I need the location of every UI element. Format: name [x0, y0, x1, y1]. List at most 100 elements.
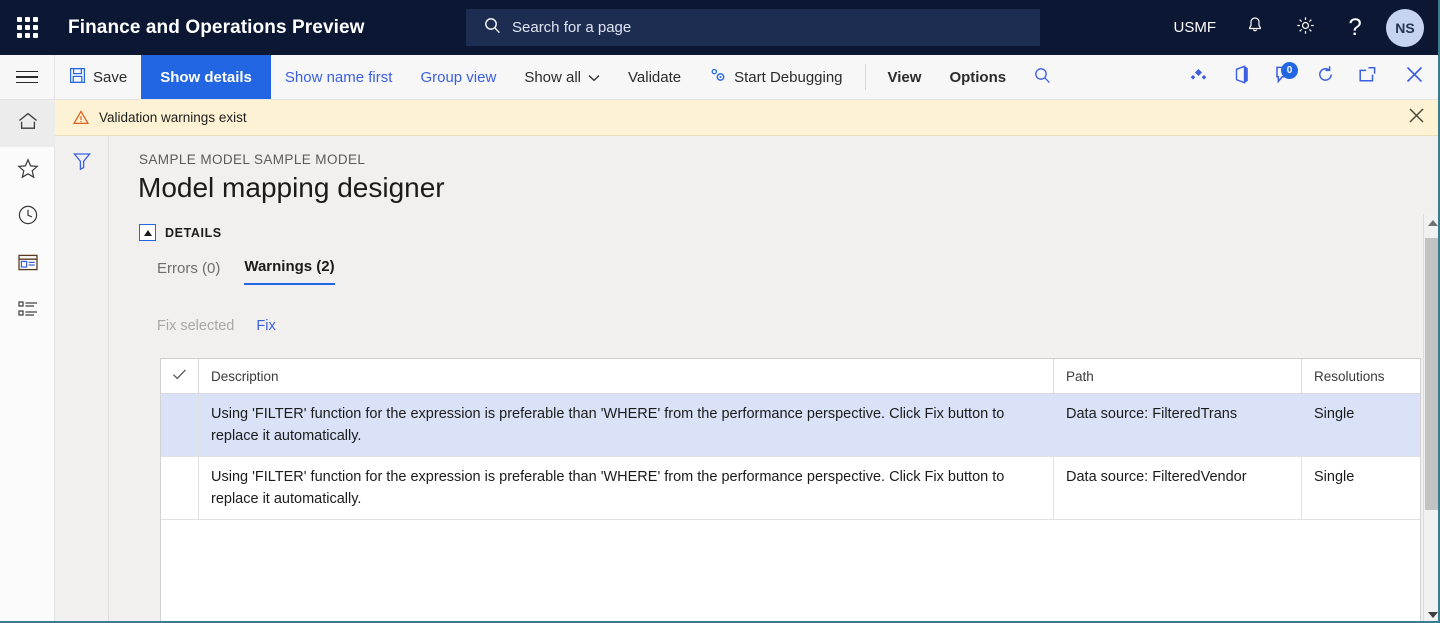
save-button-label: Save — [93, 68, 128, 86]
gear-icon — [1295, 15, 1316, 41]
command-separator — [864, 64, 866, 90]
notifications-button[interactable] — [1230, 0, 1280, 55]
validate-button[interactable]: Validate — [614, 55, 695, 99]
command-search-button[interactable] — [1020, 55, 1065, 99]
filter-funnel-icon — [71, 150, 93, 177]
grid-header-description[interactable]: Description — [199, 359, 1054, 393]
vertical-scrollbar[interactable] — [1423, 214, 1440, 623]
office-app-button[interactable] — [1220, 55, 1262, 100]
show-all-label: Show all — [524, 68, 582, 86]
start-debugging-label: Start Debugging — [734, 68, 843, 86]
scroll-down-button[interactable] — [1424, 606, 1440, 623]
question-mark-icon: ? — [1348, 13, 1362, 41]
avatar[interactable]: NS — [1386, 8, 1424, 47]
save-button[interactable]: Save — [55, 55, 141, 99]
sidebar-item-recent[interactable] — [0, 194, 55, 241]
search-icon — [1034, 67, 1051, 88]
filter-pane — [55, 136, 109, 623]
tab-warnings[interactable]: Warnings (2) — [244, 258, 335, 285]
caret-down-icon — [1427, 611, 1438, 618]
warning-triangle-icon — [73, 110, 89, 125]
row-description-cell: Using 'FILTER' function for the expressi… — [199, 394, 1054, 457]
sidebar-item-favorites[interactable] — [0, 147, 55, 194]
bell-icon — [1245, 15, 1265, 40]
chevron-down-icon — [588, 69, 600, 86]
save-disk-icon — [69, 67, 86, 88]
fix-button[interactable]: Fix — [256, 318, 275, 334]
app-launcher-button[interactable] — [0, 0, 54, 55]
grid-header-resolutions[interactable]: Resolutions — [1302, 359, 1420, 393]
row-description-cell: Using 'FILTER' function for the expressi… — [199, 457, 1054, 520]
home-icon — [17, 111, 39, 136]
grid-header-select-all[interactable] — [161, 359, 199, 393]
warnings-grid: Description Path Resolutions Using 'FILT… — [160, 358, 1421, 623]
chat-button[interactable]: 0 — [1262, 55, 1304, 100]
close-message-bar-button[interactable] — [1407, 106, 1426, 130]
star-icon — [16, 157, 39, 184]
command-bar-right-group: 0 — [1178, 55, 1440, 99]
debug-gears-icon — [709, 67, 727, 88]
app-launcher-icon — [16, 17, 38, 38]
fix-action-bar: Fix selected Fix — [157, 318, 276, 334]
hamburger-menu-icon — [16, 67, 38, 88]
clock-icon — [17, 204, 39, 231]
row-path-cell: Data source: FilteredTrans — [1054, 394, 1302, 457]
group-view-button[interactable]: Group view — [406, 55, 510, 99]
help-button[interactable]: ? — [1330, 0, 1380, 55]
validation-tabs: Errors (0) Warnings (2) — [157, 258, 335, 285]
details-section-header: DETAILS — [139, 224, 222, 241]
close-icon — [1405, 65, 1424, 89]
left-navigation-rail — [0, 100, 55, 623]
fix-selected-button[interactable]: Fix selected — [157, 318, 234, 334]
options-menu-button[interactable]: Options — [935, 55, 1020, 99]
command-bar: Save Show details Show name first Group … — [0, 55, 1440, 100]
breadcrumb: SAMPLE MODEL SAMPLE MODEL — [139, 152, 366, 167]
app-title: Finance and Operations Preview — [68, 16, 365, 38]
show-name-first-button[interactable]: Show name first — [271, 55, 407, 99]
validation-message-bar: Validation warnings exist — [55, 100, 1440, 136]
details-section-label: DETAILS — [165, 225, 222, 240]
row-path-cell: Data source: FilteredVendor — [1054, 457, 1302, 520]
filter-button[interactable] — [67, 150, 97, 177]
search-input[interactable] — [512, 19, 992, 36]
office-app-icon — [1233, 65, 1250, 89]
top-bar-right-group: USMF ? NS — [1160, 0, 1440, 55]
collapse-caret-icon[interactable] — [139, 224, 156, 241]
shapes-diamond-icon — [1189, 68, 1209, 87]
scroll-thumb[interactable] — [1425, 238, 1440, 510]
chat-badge-count: 0 — [1281, 61, 1298, 79]
sidebar-item-modules[interactable] — [0, 288, 55, 335]
row-resolutions-cell: Single — [1314, 406, 1355, 422]
company-selector[interactable]: USMF — [1160, 19, 1231, 36]
open-in-new-window-button[interactable] — [1346, 55, 1388, 100]
shapes-button[interactable] — [1178, 55, 1220, 100]
navigation-toggle-button[interactable] — [0, 55, 55, 99]
tab-errors[interactable]: Errors (0) — [157, 260, 220, 285]
row-resolutions-cell: Single — [1314, 469, 1355, 486]
grid-header-path[interactable]: Path — [1054, 359, 1302, 393]
row-select-cell[interactable] — [161, 457, 199, 520]
view-menu-button[interactable]: View — [874, 55, 936, 99]
table-row[interactable]: Using 'FILTER' function for the expressi… — [161, 457, 1420, 521]
list-icon — [17, 299, 39, 324]
checkmark-icon — [172, 368, 187, 384]
row-select-cell[interactable] — [161, 394, 199, 457]
grid-header-row: Description Path Resolutions — [161, 359, 1420, 394]
open-in-new-window-icon — [1358, 66, 1377, 88]
refresh-icon — [1316, 65, 1335, 89]
validation-message-text: Validation warnings exist — [99, 110, 247, 125]
sidebar-item-home[interactable] — [0, 100, 55, 147]
sidebar-item-workspaces[interactable] — [0, 241, 55, 288]
refresh-button[interactable] — [1304, 55, 1346, 100]
settings-button[interactable] — [1280, 0, 1330, 55]
scroll-up-button[interactable] — [1424, 214, 1440, 231]
workspace-icon — [17, 253, 39, 277]
start-debugging-button[interactable]: Start Debugging — [695, 55, 856, 99]
page-title: Model mapping designer — [138, 172, 445, 203]
show-all-dropdown[interactable]: Show all — [510, 55, 614, 99]
show-details-button[interactable]: Show details — [141, 55, 271, 99]
table-row[interactable]: Using 'FILTER' function for the expressi… — [161, 394, 1420, 458]
close-page-button[interactable] — [1388, 55, 1440, 100]
global-search[interactable] — [466, 9, 1040, 46]
caret-up-icon — [1427, 219, 1438, 226]
